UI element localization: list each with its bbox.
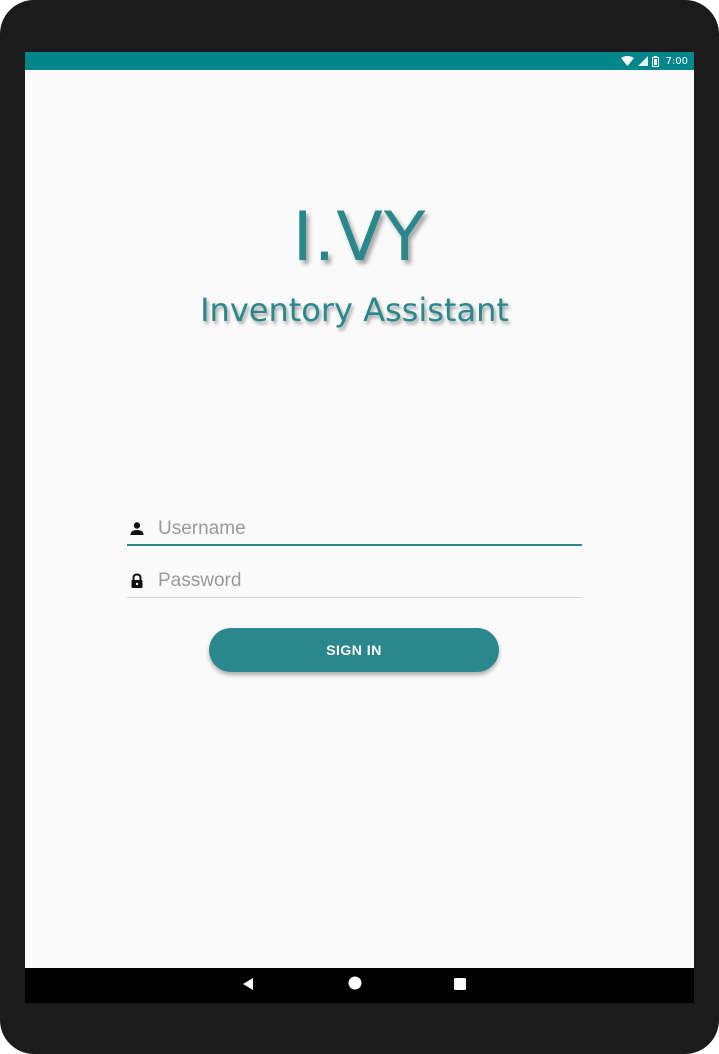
app-title: I.VY xyxy=(292,198,427,277)
home-button[interactable] xyxy=(335,968,375,1003)
password-field[interactable] xyxy=(127,562,582,598)
app-screen: 7:00 I.VY Inventory Assistant SIGN IN xyxy=(25,52,694,1003)
username-input[interactable] xyxy=(158,514,578,544)
status-icons: 7:00 xyxy=(620,52,688,70)
home-icon xyxy=(348,976,362,995)
username-underline xyxy=(127,544,582,546)
person-icon xyxy=(129,521,145,537)
password-underline xyxy=(127,597,582,598)
status-time: 7:00 xyxy=(665,55,688,67)
battery-icon xyxy=(651,55,659,67)
back-icon xyxy=(242,977,254,995)
recents-button[interactable] xyxy=(440,968,480,1003)
status-bar: 7:00 xyxy=(25,52,694,70)
back-button[interactable] xyxy=(228,968,268,1003)
navigation-bar xyxy=(25,968,694,1003)
recents-icon xyxy=(454,977,466,995)
app-subtitle: Inventory Assistant xyxy=(200,291,509,329)
sign-in-button[interactable]: SIGN IN xyxy=(209,628,499,672)
password-input[interactable] xyxy=(158,566,578,596)
cell-signal-icon xyxy=(637,56,648,66)
wifi-icon xyxy=(620,56,634,66)
username-field[interactable] xyxy=(127,510,582,546)
lock-icon xyxy=(129,573,145,589)
